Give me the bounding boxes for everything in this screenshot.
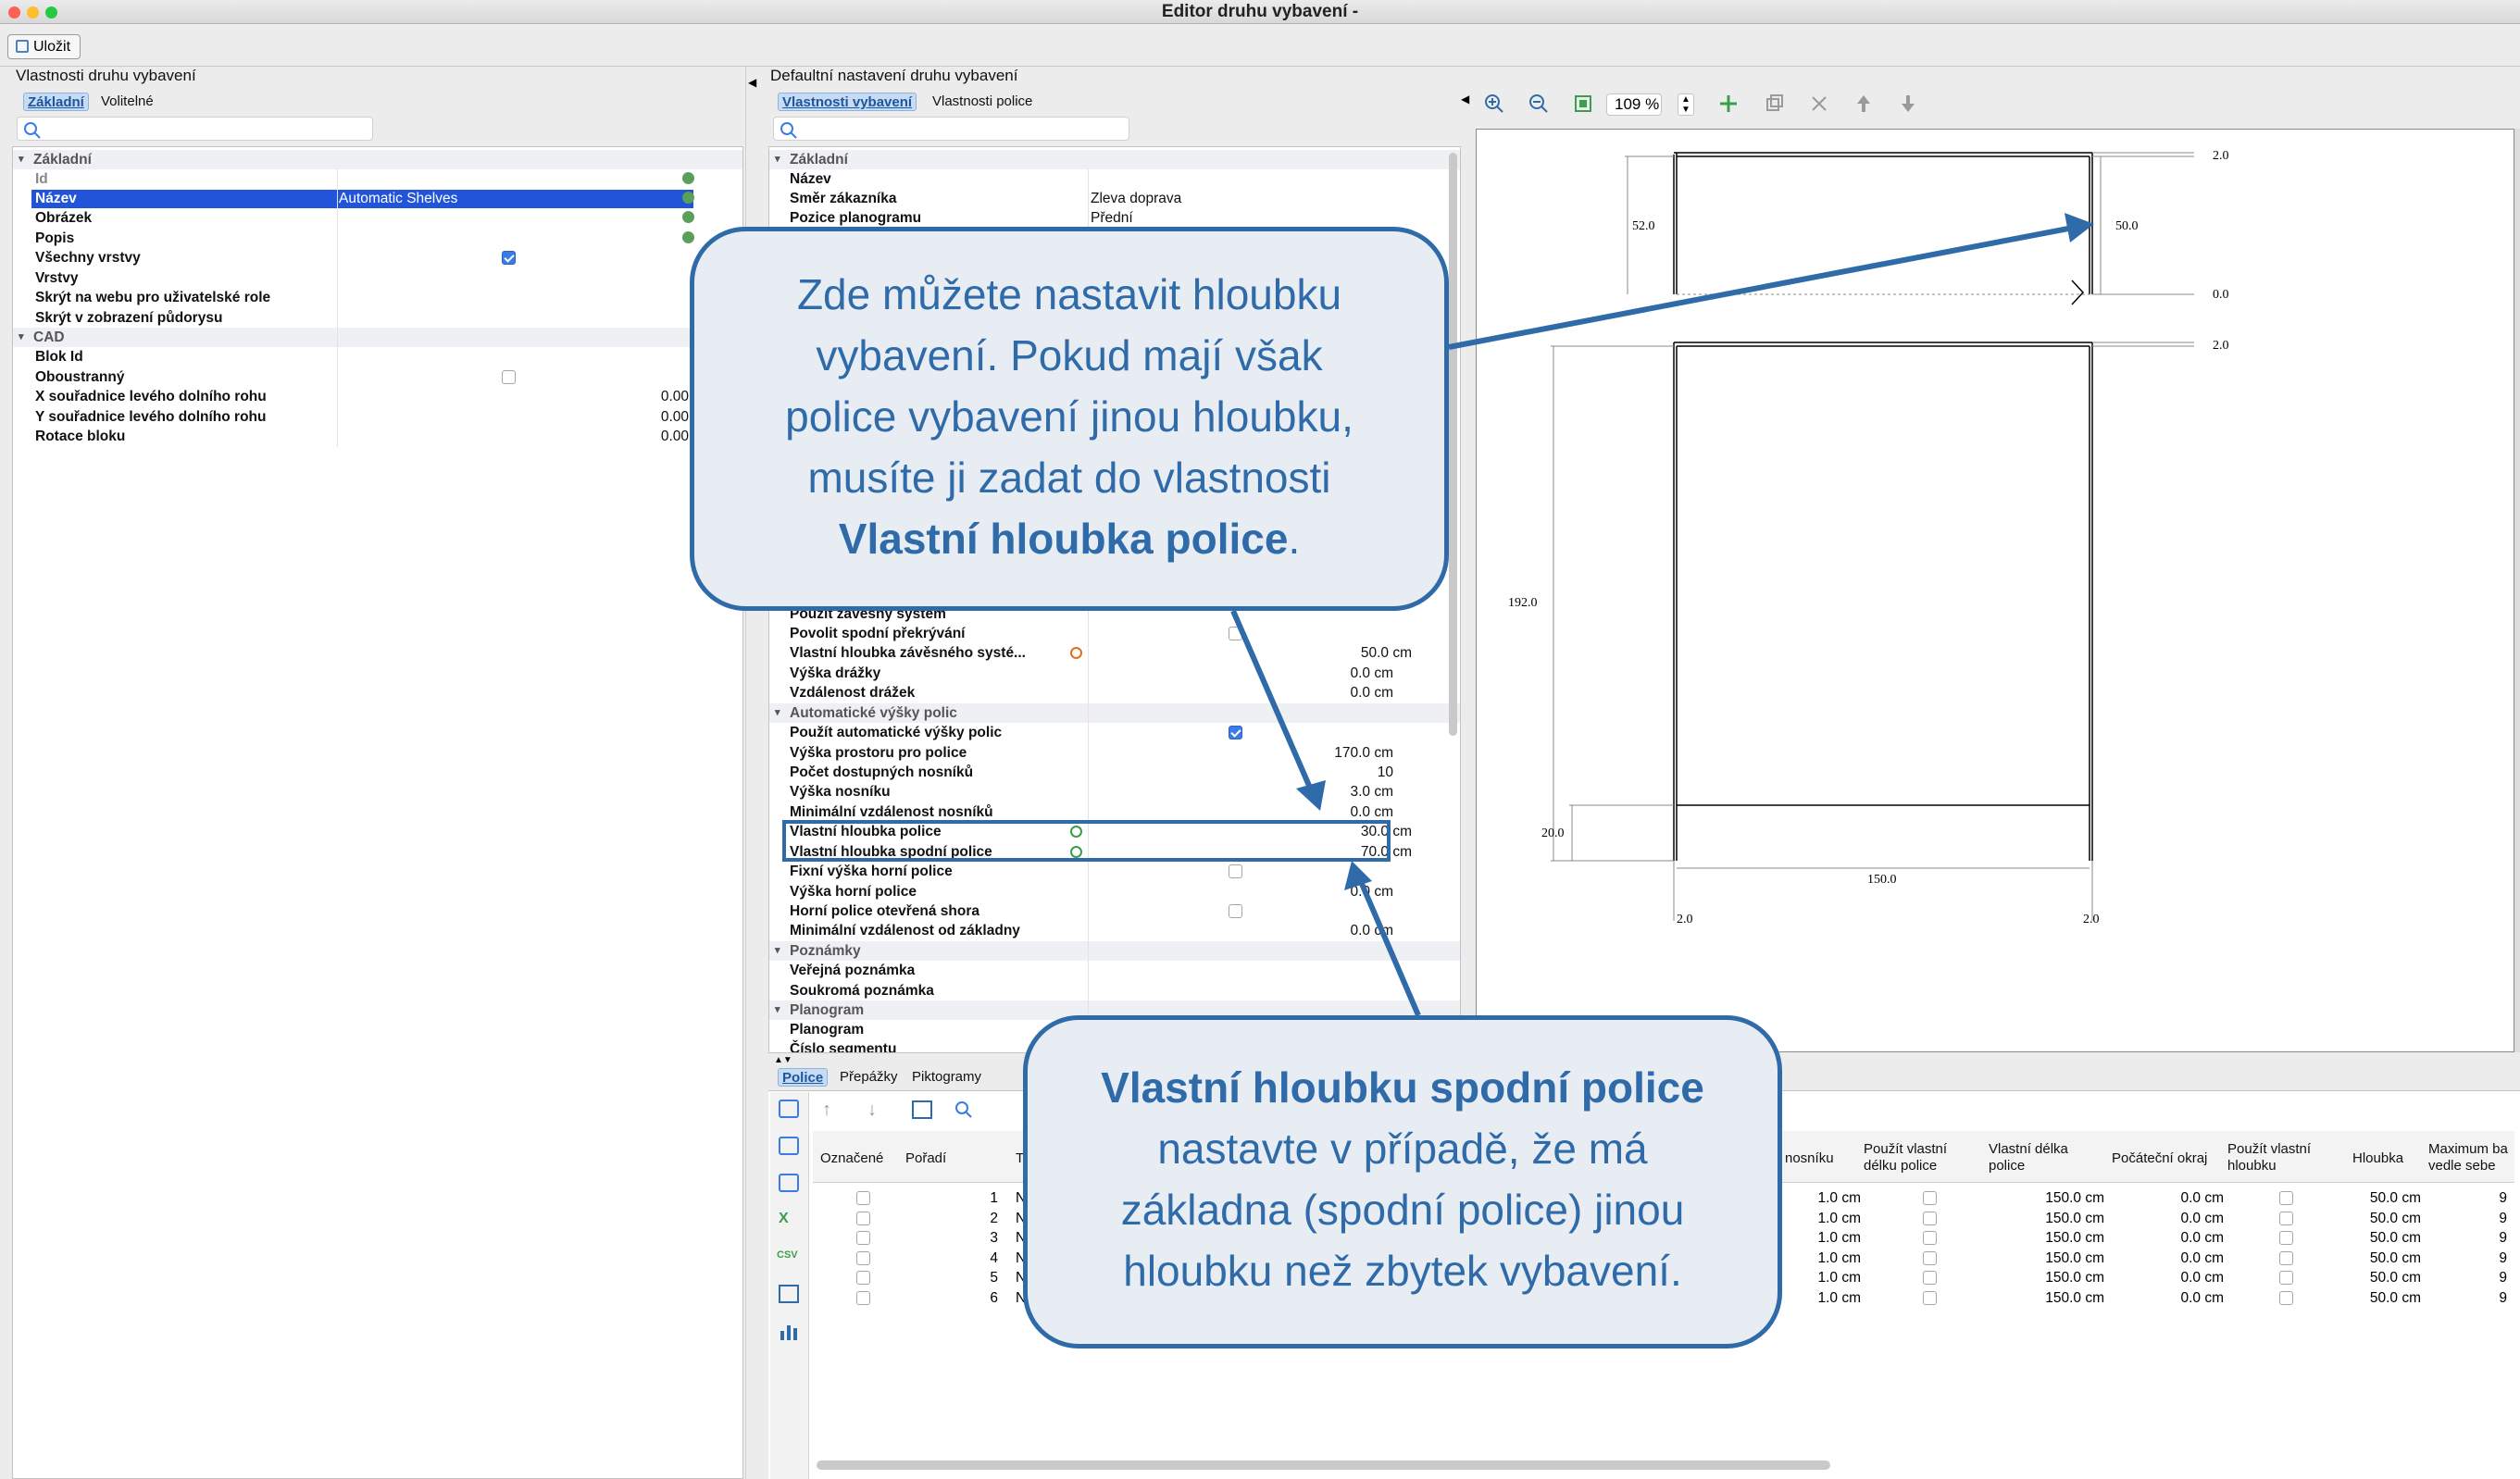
callout-bold: Vlastní hloubka police [838, 515, 1289, 563]
callout-line: musíte ji zadat do vlastnosti [807, 454, 1331, 502]
callout-bold: Vlastní hloubku spodní police [1101, 1063, 1704, 1112]
callout-line: nastavte v případě, že má [1157, 1125, 1648, 1173]
callout-bottom: Vlastní hloubku spodní police nastavte v… [1023, 1015, 1782, 1348]
callout-line: hloubku než zbytek vybavení. [1123, 1247, 1682, 1295]
callout-end: . [1288, 515, 1301, 563]
callout-line: police vybavení jinou hloubku, [785, 392, 1354, 441]
callout-top: Zde můžete nastavit hloubku vybavení. Po… [690, 227, 1449, 611]
callout-line: základna (spodní police) jinou [1120, 1186, 1685, 1234]
callout-line: Zde můžete nastavit hloubku [796, 270, 1342, 318]
callout-line: vybavení. Pokud mají však [816, 331, 1323, 379]
